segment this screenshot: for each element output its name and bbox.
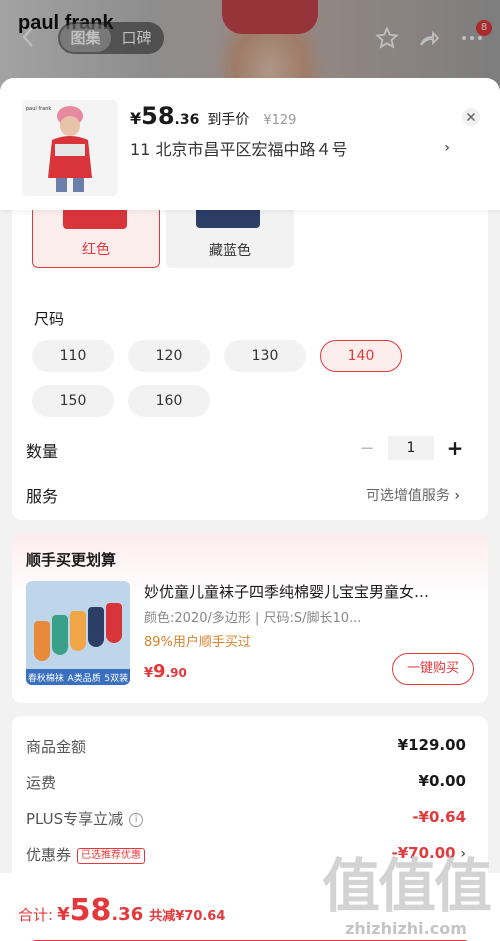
original-price: ¥129: [263, 113, 297, 128]
total-decimal: .36: [111, 904, 144, 925]
quantity-plus-button[interactable]: +: [444, 436, 466, 460]
bundle-bought-rate: 89%用户顺手买过: [144, 635, 251, 650]
size-option-130[interactable]: 130: [224, 340, 306, 372]
color-option-label: 藏蓝色: [209, 243, 251, 259]
thumb-tag: 5双装: [104, 673, 129, 684]
summary-label: PLUS专享立减: [26, 810, 124, 828]
product-thumbnail-art: paul frank: [22, 100, 118, 196]
size-option-160[interactable]: 160: [128, 385, 210, 417]
bundle-price: ¥ 9 .90: [144, 661, 187, 682]
quantity-label: 数量: [26, 442, 59, 461]
coupon-tag: 已选推荐优惠: [77, 847, 146, 864]
thumb-tag: A类品质: [67, 673, 101, 684]
color-option-red[interactable]: 红色: [32, 204, 160, 268]
price-currency: ¥: [130, 109, 142, 128]
summary-label-wrap: 优惠券 已选推荐优惠: [26, 844, 146, 865]
bundle-product-spec[interactable]: 颜色:2020/多边形 | 尺码:S/脚长10...: [144, 607, 361, 626]
bundle-thumbnail[interactable]: 春秋棉袜 A类品质 5双装: [26, 581, 130, 685]
summary-row-plus-discount: PLUS专享立减 i -¥0.64: [26, 808, 466, 829]
summary-value: ¥129.00: [397, 736, 466, 754]
sheet-header: paul frank ¥ 58 .36 到手价 ¥129 11 北京市昌平区宏福…: [0, 78, 500, 210]
total-savings: 共减¥70.64: [149, 909, 226, 924]
size-option-120[interactable]: 120: [128, 340, 210, 372]
summary-label: 运费: [26, 774, 57, 792]
total-integer: 58: [69, 893, 112, 928]
watermark: 值值值 zhizhizhi.com: [321, 852, 492, 938]
summary-row-subtotal: 商品金额 ¥129.00: [26, 736, 466, 757]
price-row: ¥ 58 .36 到手价 ¥129: [130, 102, 296, 130]
quantity-value[interactable]: 1: [388, 436, 434, 460]
color-option-navy[interactable]: 藏蓝色: [166, 204, 294, 268]
watermark-url: zhizhizhi.com: [345, 919, 467, 938]
price-decimal: .36: [174, 112, 200, 128]
color-option-label: 红色: [82, 242, 110, 258]
summary-value: ¥0.00: [418, 772, 466, 790]
sock-shape: [52, 615, 68, 655]
bundle-thumbnail-strip: 春秋棉袜 A类品质 5双装: [26, 669, 130, 685]
service-selector[interactable]: 可选增值服务 ›: [366, 485, 460, 505]
watermark-logo: 值值值: [321, 852, 492, 920]
address-chevron-icon[interactable]: ›: [444, 140, 450, 156]
size-option-150[interactable]: 150: [32, 385, 114, 417]
price-integer: 58: [141, 102, 175, 130]
product-thumbnail: paul frank: [22, 100, 118, 196]
summary-value: -¥0.64: [412, 808, 466, 826]
total-price: 合计: ¥ 58 .36 共减¥70.64: [18, 893, 225, 928]
info-icon[interactable]: i: [129, 812, 144, 827]
thumb-tag: 春秋棉袜: [27, 673, 64, 684]
service-value: 可选增值服务: [365, 488, 450, 504]
price-label: 到手价: [207, 112, 250, 128]
close-icon[interactable]: [462, 108, 480, 126]
bundle-price-currency: ¥: [144, 666, 154, 681]
summary-label-wrap: PLUS专享立减 i: [26, 808, 144, 829]
bundle-card: 顺手买更划算 春秋棉袜 A类品质 5双装 妙优童儿童袜子四季纯棉婴儿宝宝男童女……: [12, 533, 488, 703]
size-title: 尺码: [34, 310, 65, 328]
sock-shape: [34, 621, 50, 661]
size-option-110[interactable]: 110: [32, 340, 114, 372]
svg-text:paul frank: paul frank: [26, 106, 51, 112]
service-label: 服务: [26, 487, 59, 506]
sock-shape: [70, 611, 86, 651]
size-option-140[interactable]: 140: [320, 340, 402, 372]
bundle-title: 顺手买更划算: [26, 551, 117, 569]
summary-label: 商品金额: [26, 738, 87, 756]
quantity-minus-button[interactable]: −: [356, 438, 378, 459]
delivery-address[interactable]: 11 北京市昌平区宏福中路４号: [130, 136, 347, 160]
bundle-product-name[interactable]: 妙优童儿童袜子四季纯棉婴儿宝宝男童女…: [144, 581, 474, 602]
quantity-stepper: − 1 +: [356, 436, 466, 460]
summary-row-shipping: 运费 ¥0.00: [26, 772, 466, 793]
sock-shape: [88, 607, 104, 647]
bundle-price-integer: 9: [153, 661, 166, 682]
one-click-buy-button[interactable]: 一键购买: [392, 653, 474, 685]
total-currency: ¥: [57, 904, 70, 925]
total-label: 合计:: [18, 906, 54, 924]
summary-label: 优惠券: [26, 846, 72, 864]
sock-shape: [106, 603, 122, 643]
sku-sheet: paul frank ¥ 58 .36 到手价 ¥129 11 北京市昌平区宏福…: [0, 78, 500, 941]
chevron-right-icon: ›: [454, 488, 460, 504]
bundle-price-decimal: .90: [165, 666, 187, 680]
options-card: 红色 藏蓝色 尺码 110 120 130 140 150 160 数量 − 1…: [12, 198, 488, 520]
